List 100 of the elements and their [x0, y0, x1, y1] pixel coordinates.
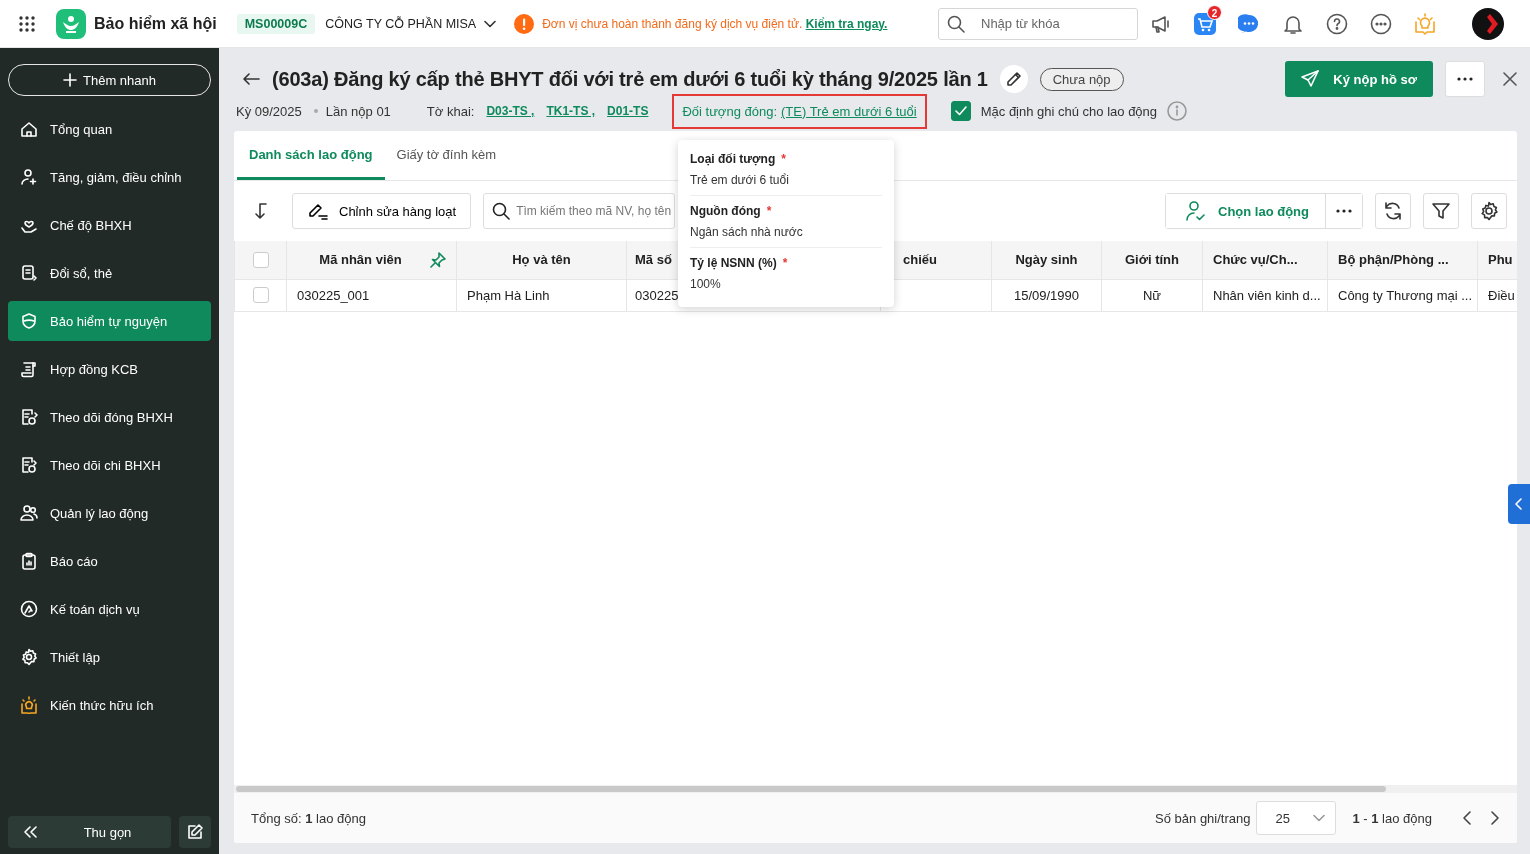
- plus-icon: [63, 73, 77, 87]
- table-cell: 15/09/1990: [1013, 287, 1080, 303]
- refresh-icon: [1383, 201, 1403, 221]
- edit-title-button[interactable]: [999, 65, 1028, 93]
- more-options-icon[interactable]: [1370, 12, 1392, 35]
- house-icon: [20, 120, 38, 138]
- person-plus-icon: [20, 168, 38, 186]
- circle-mark-icon: [20, 600, 38, 618]
- sidebar-item[interactable]: Tăng, giảm, điều chỉnh: [8, 157, 211, 197]
- form-link[interactable]: D03-TS ,: [486, 104, 535, 118]
- filter-button[interactable]: [1423, 193, 1459, 229]
- row-checkbox[interactable]: [252, 287, 269, 303]
- gear-icon: [20, 648, 38, 666]
- choose-worker-button[interactable]: Chọn lao động: [1166, 194, 1326, 228]
- field-value: Ngân sách nhà nước: [690, 225, 804, 239]
- forms-label: Tờ khai:: [426, 103, 475, 119]
- chevron-left-icon[interactable]: [1462, 810, 1472, 826]
- search-field[interactable]: Tìm kiếm theo mã NV, họ tên,: [483, 193, 676, 229]
- card-swap-icon: [20, 264, 38, 282]
- form-link[interactable]: TK1-TS ,: [546, 104, 596, 118]
- clipboard-icon: [20, 552, 38, 570]
- sidebar-item[interactable]: Chế độ BHXH: [8, 205, 211, 245]
- record-range: 1 - 1 lao động: [1352, 810, 1432, 826]
- table-cell: Nhân viên kinh d...: [1213, 287, 1321, 303]
- sidebar-item[interactable]: Bảo hiểm tự nguyện: [8, 301, 211, 341]
- sidebar-item[interactable]: Theo dõi chi BHXH: [8, 445, 211, 485]
- tab[interactable]: Danh sách lao động: [237, 131, 385, 180]
- tab[interactable]: Giấy tờ đính kèm: [384, 131, 509, 180]
- sidebar-item[interactable]: Tổng quan: [8, 109, 211, 149]
- page-title: (603a) Đăng ký cấp thẻ BHYT đối với trẻ em dưới 6 tuổi kỳ tháng 9/2025 lần 1: [272, 67, 988, 91]
- user-avatar[interactable]: [1472, 7, 1504, 40]
- sidebar-item[interactable]: Quản lý lao động: [8, 493, 211, 533]
- subject-link[interactable]: (TE) Trẻ em dưới 6 tuổi: [781, 103, 917, 119]
- check-now-link[interactable]: Kiểm tra ngay.: [805, 16, 888, 31]
- sidebar-item[interactable]: Theo dõi đóng BHXH: [8, 397, 211, 437]
- form-link[interactable]: D01-TS: [607, 104, 649, 118]
- search-icon: [492, 202, 511, 220]
- megaphone-icon[interactable]: [1150, 13, 1172, 34]
- chevron-down-icon[interactable]: [484, 19, 497, 28]
- submission-label: Lần nộp 01: [325, 103, 391, 119]
- collapse-button[interactable]: Thu gọn: [8, 816, 171, 848]
- total-count: Tổng số: 1 lao động: [251, 810, 366, 826]
- pencil-square-icon: [186, 823, 204, 841]
- column-header: Mã số: [635, 252, 672, 268]
- column-header: chiếu: [903, 252, 937, 268]
- column-header: Mã nhân viên: [318, 252, 403, 268]
- table-cell: Điều: [1488, 287, 1515, 303]
- search-icon: [947, 14, 965, 33]
- horizontal-scrollbar[interactable]: [234, 785, 1517, 793]
- required-mark: *: [766, 204, 772, 218]
- double-chevron-left-icon: [22, 825, 38, 839]
- sidebar-item[interactable]: Thiết lập: [8, 637, 211, 677]
- chat-bubble-icon[interactable]: [1238, 12, 1260, 35]
- sidebar-item[interactable]: Kiến thức hữu ích: [8, 685, 211, 725]
- lightbulb-book-icon: [20, 696, 38, 714]
- field-label: Loại đối tượng: [690, 152, 776, 166]
- pencil-lines-icon: [307, 202, 329, 220]
- app-logo: [56, 8, 86, 39]
- page-size-select[interactable]: 25: [1256, 801, 1337, 835]
- pencil-icon: [1005, 71, 1022, 87]
- back-arrow-icon[interactable]: [242, 72, 260, 86]
- sidebar-item[interactable]: Hợp đồng KCB: [8, 349, 211, 389]
- column-header: Giới tính: [1125, 252, 1179, 268]
- app-name: Bảo hiểm xã hội: [94, 14, 217, 33]
- subject-label: Đối tượng đóng:: [682, 103, 777, 119]
- pin-icon[interactable]: [430, 251, 446, 268]
- sign-submit-button[interactable]: Ký nộp hồ sơ: [1285, 61, 1433, 97]
- company-name[interactable]: CÔNG TY CỖ PHẦN MISA: [325, 16, 477, 31]
- ellipsis-icon: [1336, 209, 1352, 213]
- sidebar-item[interactable]: Kế toán dịch vụ: [8, 589, 211, 629]
- column-header: Ngày sinh: [1015, 252, 1078, 268]
- column-header: Phu: [1488, 252, 1513, 268]
- send-icon: [1301, 70, 1320, 88]
- refresh-button[interactable]: [1375, 193, 1411, 229]
- apps-grid-icon: [18, 14, 36, 33]
- warning-icon: [514, 13, 535, 34]
- gear-icon: [1479, 201, 1499, 221]
- required-mark: *: [781, 152, 786, 166]
- chevron-right-icon[interactable]: [1490, 810, 1500, 826]
- table-cell: Công ty Thương mại ...: [1338, 287, 1473, 303]
- checkbox[interactable]: [950, 101, 971, 121]
- bulk-edit-button[interactable]: Chỉnh sửa hàng loạt: [292, 193, 472, 229]
- close-icon[interactable]: [1503, 72, 1517, 86]
- sidebar-item[interactable]: Đổi sổ, thẻ: [8, 253, 211, 293]
- table-cell: Nữ: [1142, 287, 1162, 303]
- ellipsis-icon: [1457, 77, 1473, 81]
- sidebar-item[interactable]: Báo cáo: [8, 541, 211, 581]
- help-icon[interactable]: [1326, 12, 1348, 35]
- search-field[interactable]: Nhập từ khóa: [938, 7, 1138, 40]
- column-header: Chức vụ/Ch...: [1213, 252, 1298, 268]
- settings-button[interactable]: [1471, 193, 1507, 229]
- side-panel-tab[interactable]: [1508, 484, 1530, 524]
- select-all-checkbox[interactable]: [252, 251, 269, 268]
- table-cell: 030225: [635, 287, 679, 303]
- period-label: Kỳ 09/2025: [236, 103, 302, 119]
- chevron-left-icon: [1515, 498, 1523, 510]
- sort-arrow-icon: [254, 202, 270, 220]
- edit-button[interactable]: [179, 816, 211, 848]
- document-money-icon: [20, 408, 38, 426]
- notice-text: Đơn vị chưa hoàn thành đăng ký dịch vụ điện tử. Kiểm tra ngay.: [542, 16, 888, 31]
